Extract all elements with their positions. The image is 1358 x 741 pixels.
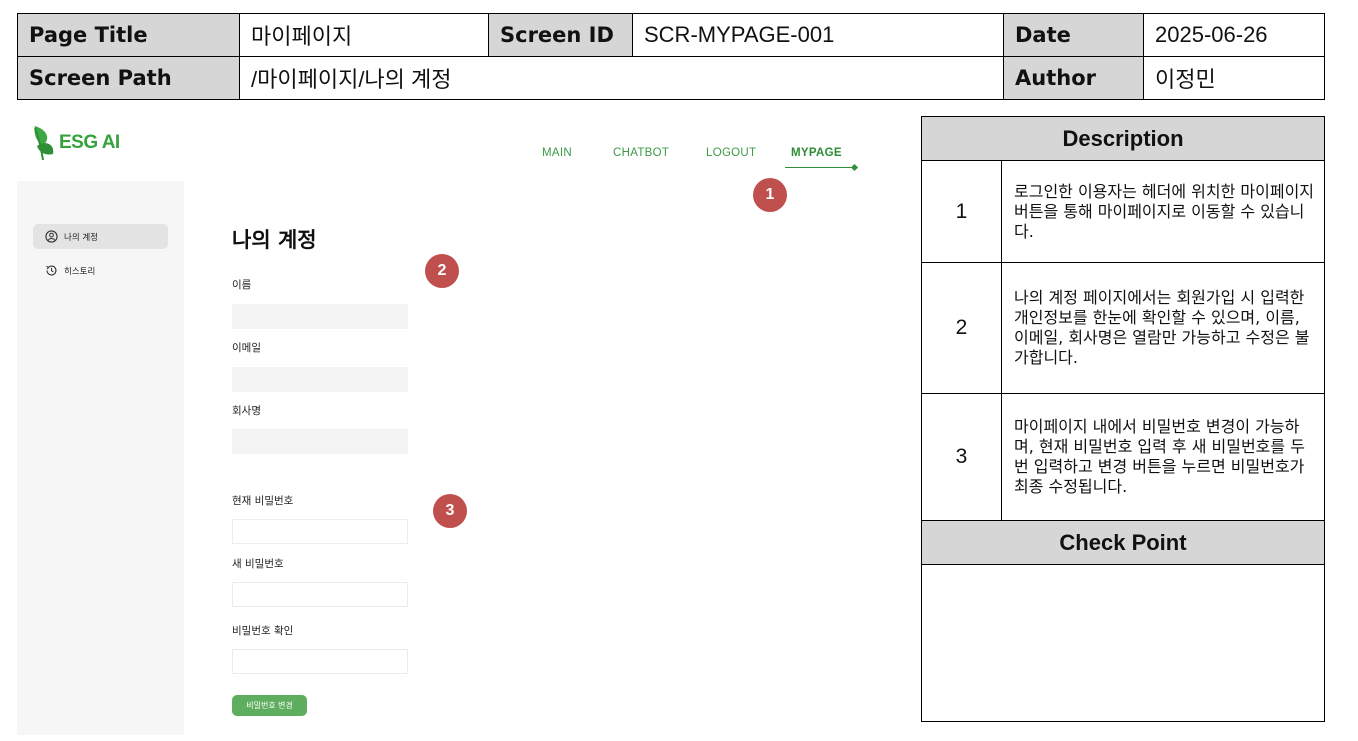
mypage-mockup: ESG AI MAIN CHATBOT LOGOUT MYPAGE 나의 계정 …: [17, 110, 897, 735]
screen-id-label: Screen ID: [488, 13, 633, 57]
page-title-label: Page Title: [17, 13, 240, 57]
top-nav: MAIN CHATBOT LOGOUT MYPAGE: [17, 147, 897, 177]
date-label: Date: [1003, 13, 1144, 57]
description-row-text: 나의 계정 페이지에서는 회원가입 시 입력한 개인정보를 한눈에 확인할 수 …: [1014, 288, 1310, 367]
date-value: 2025-06-26: [1143, 13, 1325, 57]
description-row: 2 나의 계정 페이지에서는 회원가입 시 입력한 개인정보를 한눈에 확인할 …: [922, 263, 1324, 394]
sidebar: 나의 계정 히스토리: [17, 181, 184, 735]
description-row-text: 로그인한 이용자는 헤더에 위치한 마이페이지 버튼을 통해 마이페이지로 이동…: [1014, 181, 1315, 241]
user-circle-icon: [45, 230, 58, 243]
email-label: 이메일: [232, 342, 261, 354]
annotation-badge-3: 3: [433, 494, 467, 528]
description-row-number: 1: [922, 161, 1002, 262]
company-field: [232, 429, 408, 454]
sidebar-item-label: 히스토리: [64, 266, 96, 277]
description-row: 3 마이페이지 내에서 비밀번호 변경이 가능하며, 현재 비밀번호 입력 후 …: [922, 394, 1324, 521]
screen-path-value: /마이페이지/나의 계정: [239, 56, 1004, 100]
new-password-input[interactable]: [232, 582, 408, 607]
active-nav-underline: [785, 167, 855, 168]
annotation-badge-1: 1: [753, 178, 787, 212]
current-password-label: 현재 비밀번호: [232, 495, 294, 507]
description-row-text: 마이페이지 내에서 비밀번호 변경이 가능하며, 현재 비밀번호 입력 후 새 …: [1014, 417, 1305, 496]
change-password-button[interactable]: 비밀번호 변경: [232, 695, 307, 716]
annotation-badge-2: 2: [425, 254, 459, 288]
description-row-number: 2: [922, 263, 1002, 393]
current-password-input[interactable]: [232, 519, 408, 544]
name-field: [232, 304, 408, 329]
checkpoint-title: Check Point: [922, 521, 1324, 565]
company-label: 회사명: [232, 405, 261, 417]
sidebar-item-label: 나의 계정: [64, 232, 98, 243]
sidebar-item-history[interactable]: 히스토리: [33, 258, 168, 283]
confirm-password-input[interactable]: [232, 649, 408, 674]
description-row: 1 로그인한 이용자는 헤더에 위치한 마이페이지 버튼을 통해 마이페이지로 …: [922, 161, 1324, 263]
description-title: Description: [922, 117, 1324, 161]
description-panel: Description 1 로그인한 이용자는 헤더에 위치한 마이페이지 버튼…: [921, 116, 1325, 722]
nav-logout[interactable]: LOGOUT: [706, 147, 756, 159]
history-icon: [46, 265, 57, 276]
screen-id-value: SCR-MYPAGE-001: [632, 13, 1004, 57]
nav-mypage[interactable]: MYPAGE: [791, 147, 842, 159]
nav-main[interactable]: MAIN: [542, 147, 572, 159]
confirm-password-label: 비밀번호 확인: [232, 625, 294, 637]
author-label: Author: [1003, 56, 1144, 100]
spec-table: Page Title 마이페이지 Screen ID SCR-MYPAGE-00…: [17, 13, 1325, 100]
author-value: 이정민: [1143, 56, 1325, 100]
new-password-label: 새 비밀번호: [232, 558, 284, 570]
name-label: 이름: [232, 279, 252, 291]
description-row-number: 3: [922, 394, 1002, 520]
sidebar-item-account[interactable]: 나의 계정: [33, 224, 168, 249]
page-title-value: 마이페이지: [239, 13, 489, 57]
email-field: [232, 367, 408, 392]
screen-path-label: Screen Path: [17, 56, 240, 100]
nav-chatbot[interactable]: CHATBOT: [613, 147, 669, 159]
page-heading: 나의 계정: [232, 228, 317, 252]
